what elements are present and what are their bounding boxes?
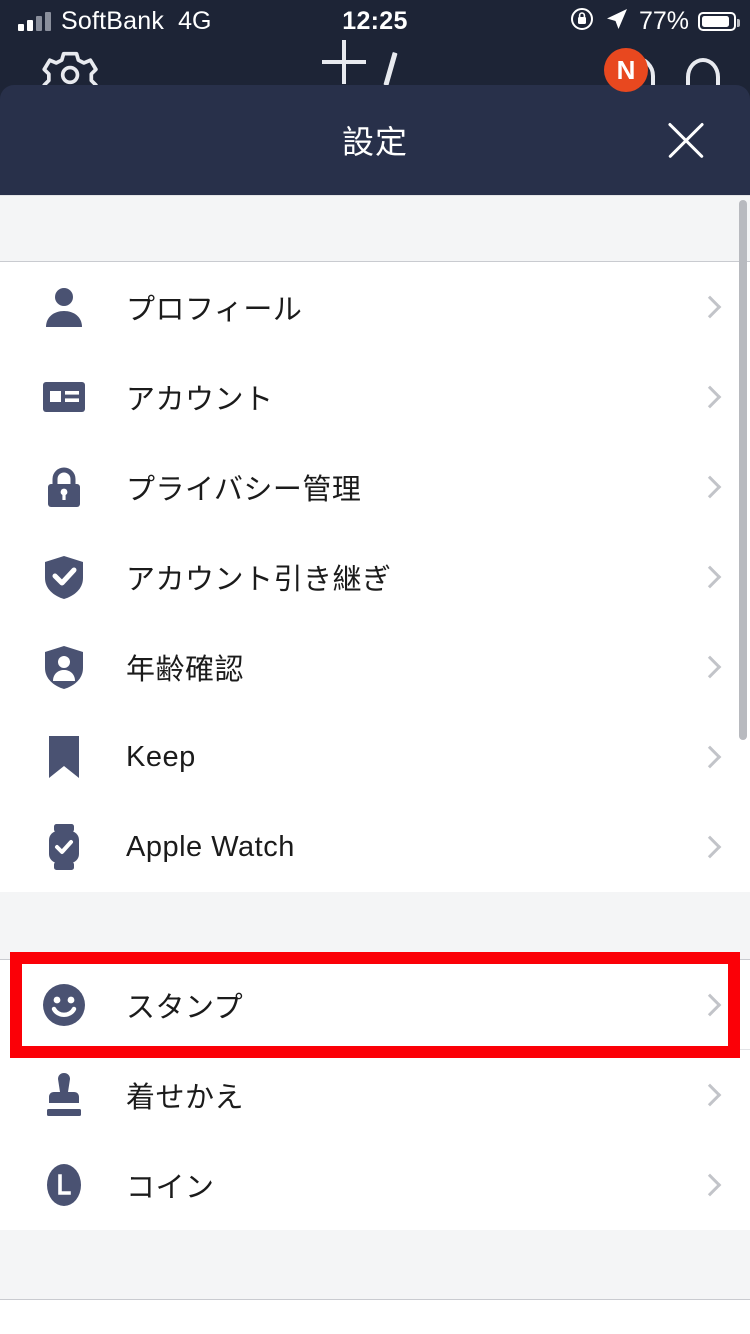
chevron-right-icon xyxy=(698,1083,722,1107)
settings-row-label: Apple Watch xyxy=(126,830,295,863)
person-icon xyxy=(40,283,88,331)
row-wrapper: Apple Watch xyxy=(0,802,750,892)
settings-row-label: スタンプ xyxy=(126,992,244,1024)
content-section: スタンプ着せかえコイン xyxy=(0,952,750,1230)
page-title: 設定 xyxy=(341,124,408,160)
shield-person-icon xyxy=(40,643,88,691)
location-arrow-icon xyxy=(604,6,630,37)
rotation-lock-icon xyxy=(569,6,595,37)
chevron-right-icon xyxy=(698,385,722,409)
row-wrapper: 着せかえ xyxy=(0,1050,750,1140)
settings-row-label: コイン xyxy=(126,1172,215,1204)
row-wrapper: アカウント引き継ぎ xyxy=(0,532,750,622)
settings-row[interactable]: Keep xyxy=(0,712,750,802)
settings-row-label: プロフィール xyxy=(126,294,303,326)
settings-list[interactable]: プロフィール アカウントプライバシー管理 アカウント引き継ぎ 年齢確認 Keep Appl… xyxy=(0,195,750,1334)
coin-icon xyxy=(40,1161,88,1209)
close-icon[interactable] xyxy=(660,114,712,166)
row-wrapper: プライバシー管理 xyxy=(0,442,750,532)
chevron-right-icon xyxy=(698,475,722,499)
settings-row[interactable]: 年齢確認 xyxy=(0,622,750,712)
settings-row[interactable]: アカウント引き継ぎ xyxy=(0,532,750,622)
status-bar: SoftBank 4G 12:25 77% xyxy=(0,0,750,42)
chevron-right-icon xyxy=(698,565,722,589)
chevron-right-icon xyxy=(698,745,722,769)
scrollbar[interactable] xyxy=(739,200,747,740)
status-bar-right: 77% xyxy=(569,0,740,42)
settings-screen: SoftBank 4G 12:25 77% N 設定 プロフィール アカウント … xyxy=(0,0,750,1334)
settings-row[interactable]: プロフィール xyxy=(0,262,750,352)
settings-row[interactable]: プライバシー管理 xyxy=(0,442,750,532)
settings-row[interactable]: スタンプ xyxy=(0,960,750,1050)
chevron-right-icon xyxy=(698,1173,722,1197)
settings-row-label: 着せかえ xyxy=(126,1082,245,1114)
chevron-right-icon xyxy=(698,655,722,679)
account-section: プロフィール アカウントプライバシー管理 アカウント引き継ぎ 年齢確認 Keep Appl… xyxy=(0,262,750,892)
chevron-right-icon xyxy=(698,835,722,859)
compose-icon[interactable] xyxy=(383,51,398,87)
settings-row[interactable]: 着せかえ xyxy=(0,1050,750,1140)
settings-groups: プロフィール アカウントプライバシー管理 アカウント引き継ぎ 年齢確認 Keep Appl… xyxy=(0,262,750,1230)
section-divider xyxy=(0,892,750,960)
modal-header: 設定 xyxy=(0,85,750,195)
row-wrapper: Keep xyxy=(0,712,750,802)
settings-row-label: アカウント引き継ぎ xyxy=(126,564,392,596)
shield-check-icon xyxy=(40,553,88,601)
row-wrapper: アカウント xyxy=(0,352,750,442)
chevron-right-icon xyxy=(698,295,722,319)
highlighted-row-wrapper: スタンプ xyxy=(0,952,750,1058)
apple-watch-icon xyxy=(40,823,88,871)
next-section-partial[interactable] xyxy=(0,1300,750,1334)
stamp-icon xyxy=(40,1071,88,1119)
settings-row-label: プライバシー管理 xyxy=(126,474,362,506)
row-wrapper: 年齢確認 xyxy=(0,622,750,712)
settings-row[interactable]: コイン xyxy=(0,1140,750,1230)
plus-icon[interactable] xyxy=(322,40,366,84)
settings-row-label: Keep xyxy=(126,740,196,773)
battery-icon xyxy=(698,11,740,31)
row-wrapper: コイン xyxy=(0,1140,750,1230)
row-wrapper: プロフィール xyxy=(0,262,750,352)
chevron-right-icon xyxy=(698,993,722,1017)
bookmark-icon xyxy=(40,733,88,781)
notification-badge: N xyxy=(604,48,648,92)
id-card-icon xyxy=(40,373,88,421)
battery-percent-label: 77% xyxy=(638,6,689,35)
settings-row-label: アカウント xyxy=(126,384,274,416)
list-top-spacer xyxy=(0,195,750,262)
lock-icon xyxy=(40,463,88,511)
settings-row[interactable]: アカウント xyxy=(0,352,750,442)
list-bottom-spacer xyxy=(0,1230,750,1300)
settings-row-label: 年齢確認 xyxy=(126,654,245,686)
smiley-icon xyxy=(40,981,88,1029)
settings-row[interactable]: Apple Watch xyxy=(0,802,750,892)
